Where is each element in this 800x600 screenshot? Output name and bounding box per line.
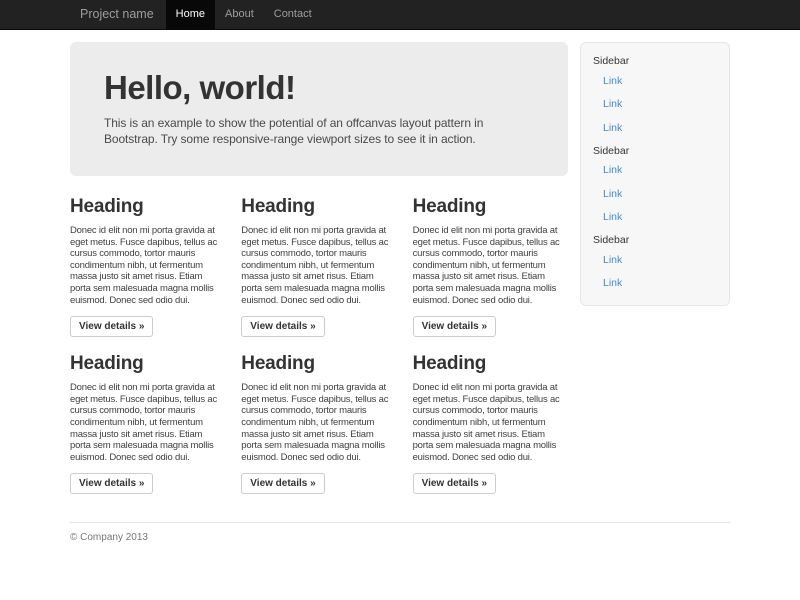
sidebar-link[interactable]: Link xyxy=(581,69,729,93)
sidebar-group-2: Sidebar Link Link Link xyxy=(581,140,729,230)
card-body-text: Donec id elit non mi porta gravida at eg… xyxy=(70,382,225,463)
page-footer: © Company 2013 xyxy=(70,532,730,583)
view-details-button[interactable]: View details » xyxy=(70,316,153,337)
sidebar-link[interactable]: Link xyxy=(581,182,729,206)
sidebar-link[interactable]: Link xyxy=(581,206,729,230)
card: Heading Donec id elit non mi porta gravi… xyxy=(413,353,568,494)
card-body-text: Donec id elit non mi porta gravida at eg… xyxy=(241,225,396,306)
card: Heading Donec id elit non mi porta gravi… xyxy=(241,353,396,494)
sidebar-link[interactable]: Link xyxy=(581,159,729,183)
view-details-button[interactable]: View details » xyxy=(241,473,324,494)
card-body-text: Donec id elit non mi porta gravida at eg… xyxy=(413,382,568,463)
navbar-menu: Home About Contact xyxy=(166,0,322,29)
copyright-text: © Company 2013 xyxy=(70,532,730,583)
cards-row-2: Heading Donec id elit non mi porta gravi… xyxy=(70,353,568,494)
sidebar-link[interactable]: Link xyxy=(581,116,729,140)
navbar-container: Project name Home About Contact xyxy=(70,0,730,29)
jumbotron-text: This is an example to show the potential… xyxy=(104,116,530,147)
page-title: Hello, world! xyxy=(104,69,534,107)
view-details-button[interactable]: View details » xyxy=(241,316,324,337)
view-details-button[interactable]: View details » xyxy=(413,473,496,494)
card-heading: Heading xyxy=(413,196,568,218)
card-heading: Heading xyxy=(413,353,568,375)
card-body-text: Donec id elit non mi porta gravida at eg… xyxy=(241,382,396,463)
nav-item-contact: Contact xyxy=(264,0,322,29)
brand-link[interactable]: Project name xyxy=(70,0,164,29)
jumbotron: Hello, world! This is an example to show… xyxy=(70,42,568,176)
view-details-button[interactable]: View details » xyxy=(413,316,496,337)
card-heading: Heading xyxy=(241,196,396,218)
nav-item-about: About xyxy=(215,0,264,29)
nav-link-contact[interactable]: Contact xyxy=(264,0,322,30)
card-heading: Heading xyxy=(70,353,225,375)
card-heading: Heading xyxy=(241,353,396,375)
nav-item-home: Home xyxy=(166,0,215,29)
card: Heading Donec id elit non mi porta gravi… xyxy=(70,353,225,494)
nav-link-about[interactable]: About xyxy=(215,0,264,30)
card: Heading Donec id elit non mi porta gravi… xyxy=(241,196,396,337)
sidebar-group-1: Sidebar Link Link Link xyxy=(581,50,729,140)
top-navbar: Project name Home About Contact xyxy=(0,0,800,30)
sidebar-group-label: Sidebar xyxy=(581,50,729,69)
cards-row-1: Heading Donec id elit non mi porta gravi… xyxy=(70,196,568,337)
sidebar-link[interactable]: Link xyxy=(581,248,729,272)
card: Heading Donec id elit non mi porta gravi… xyxy=(413,196,568,337)
footer-divider xyxy=(70,522,730,523)
card-body-text: Donec id elit non mi porta gravida at eg… xyxy=(70,225,225,306)
sidebar-group-label: Sidebar xyxy=(581,229,729,248)
nav-link-home[interactable]: Home xyxy=(166,0,215,30)
view-details-button[interactable]: View details » xyxy=(70,473,153,494)
content-row: Hello, world! This is an example to show… xyxy=(70,42,730,510)
sidebar-group-label: Sidebar xyxy=(581,140,729,159)
sidebar-link[interactable]: Link xyxy=(581,272,729,296)
card-heading: Heading xyxy=(70,196,225,218)
sidebar: Sidebar Link Link Link Sidebar Link Link… xyxy=(580,42,730,306)
main-column: Hello, world! This is an example to show… xyxy=(70,42,568,510)
card-body-text: Donec id elit non mi porta gravida at eg… xyxy=(413,225,568,306)
page-container: Hello, world! This is an example to show… xyxy=(70,42,730,583)
card: Heading Donec id elit non mi porta gravi… xyxy=(70,196,225,337)
sidebar-group-3: Sidebar Link Link xyxy=(581,229,729,295)
sidebar-link[interactable]: Link xyxy=(581,93,729,117)
